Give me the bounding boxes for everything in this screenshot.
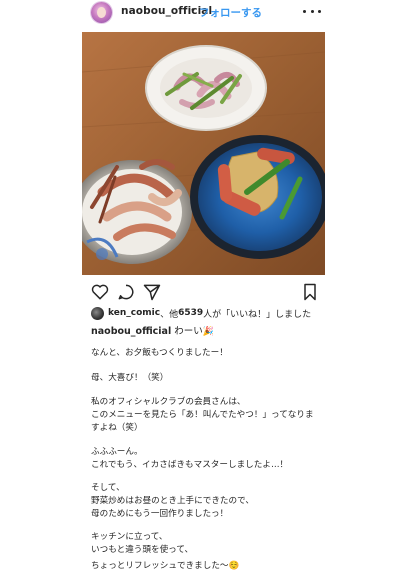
party-popper-emoji: 🎉 [202,327,214,337]
caption-line: なんと、お夕飯もつくりましたー！ [91,348,228,358]
post-photo[interactable] [82,32,325,275]
liker-username[interactable]: ken_comic [108,308,160,318]
post-header: naobou_official • フォローする [0,0,412,30]
caption-head-text: わーい [174,326,203,337]
follow-button[interactable]: フォローする [199,5,262,20]
caption-line: ちょっとリフレッシュできました〜 [91,561,229,571]
food-photo-illustration [82,32,325,275]
likes-middle-text: 、他 [160,309,179,320]
likes-count[interactable]: 6539 [178,308,203,318]
caption-line: そして、 [91,483,125,493]
vegetable-stir-fry-plate [145,45,267,131]
header-separator: • [190,5,196,16]
caption-username[interactable]: naobou_official [91,326,171,337]
smiling-emoji: ☺️ [228,561,240,571]
caption-line: すよね（笑） [91,423,143,433]
caption-line: 私のオフィシャルクラブの会員さんは、 [91,397,246,407]
caption-line: 野菜炒めはお昼のとき上手にできたので、 [91,496,254,506]
likes-suffix-text: 人が「いいね！」しました [203,309,312,320]
more-icon[interactable] [300,3,324,19]
more-dot [303,9,306,13]
post-actions [0,282,412,304]
instagram-post-page: naobou_official • フォローする ken_comic 、他 65… [0,0,412,575]
more-dot [318,9,321,13]
caption-line: このメニューを見たら「あ！叫んでたやつ！」ってなりま [91,410,314,420]
caption-line: 母、大喜び！（笑） [91,373,169,383]
caption-line: これでもう、イカさばきもマスターしましたよ…！ [91,460,289,470]
bookmark-icon[interactable] [300,282,320,302]
simmered-potato-bowl [190,135,325,259]
share-icon[interactable] [142,282,162,302]
caption-line: いつもと違う頭を使って、 [91,545,194,555]
liker-avatar[interactable] [91,306,104,320]
avatar-face [97,7,106,18]
likes-line: ken_comic 、他 6539 人が「いいね！」しました [91,306,311,320]
caption-line: 母のためにもう一回作りましたっ！ [91,509,229,519]
caption-head: naobou_official わーい🎉 [91,323,214,337]
comment-icon[interactable] [116,282,136,302]
heart-icon[interactable] [90,282,110,302]
more-dot [310,9,314,13]
caption-line: ふふふーん。 [91,447,143,457]
caption-line: キッチンに立って、 [91,532,168,542]
caption-line-last: ちょっとリフレッシュできました〜☺️ [91,560,239,573]
profile-avatar[interactable] [91,2,112,23]
